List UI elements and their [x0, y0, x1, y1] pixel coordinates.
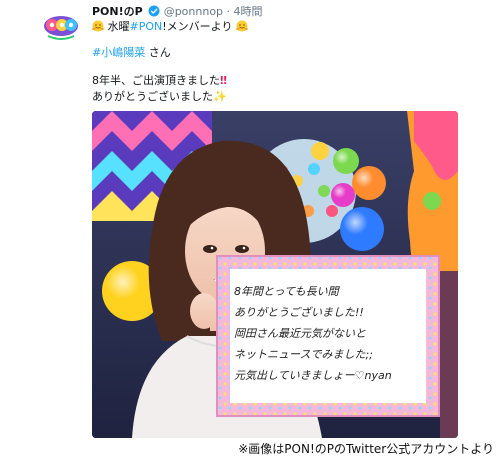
whiteboard-line: 8年間とっても長い間 — [234, 285, 339, 298]
whiteboard-line: 岡田さん最近元気がないと — [234, 327, 366, 340]
tweet-text-line-4: ありがとうございました✨ — [92, 90, 227, 104]
display-name[interactable]: PON!のP — [92, 5, 143, 18]
sparkle-icon: ✨ — [213, 90, 227, 103]
tweet-photo[interactable]: 8年間とっても長い間 ありがとうございました!! 岡田さん最近元気がないと ネッ… — [92, 111, 458, 438]
timestamp[interactable]: 4時間 — [234, 5, 263, 18]
pon-logo-icon — [42, 6, 80, 44]
members-text: !メンバーより — [162, 20, 233, 33]
separator: · — [226, 5, 231, 18]
thanks-appearance-text: 8年半、ご出演頂きました — [92, 74, 220, 87]
double-exclamation-icon: ‼ — [220, 74, 227, 87]
hug-emoji-icon — [92, 20, 104, 36]
hashtag-kojima-haruna[interactable]: #小嶋陽菜 — [92, 46, 145, 59]
san-text: さん — [145, 46, 171, 59]
hug-emoji-icon — [236, 20, 248, 36]
image-source-caption: ※画像はPON!のPのTwitter公式アカウントより — [238, 442, 494, 456]
whiteboard-line: 元気出していきましょー♡nyan — [234, 369, 392, 382]
whiteboard: 8年間とっても長い間 ありがとうございました!! 岡田さん最近元気がないと ネッ… — [234, 281, 424, 386]
whiteboard-line: ありがとうございました!! — [234, 306, 364, 319]
thank-you-text: ありがとうございました — [92, 90, 213, 103]
weekday-text: 水曜 — [107, 20, 130, 33]
photo-illustration — [92, 111, 458, 438]
hashtag-pon[interactable]: #PON — [130, 20, 163, 33]
tweet-header: PON!のP @ponnnop · 4時間 — [92, 5, 263, 21]
avatar[interactable] — [42, 6, 80, 44]
verified-badge-icon — [148, 5, 160, 21]
whiteboard-line: ネットニュースでみました;; — [234, 348, 373, 361]
tweet-text-line-3: 8年半、ご出演頂きました‼ — [92, 74, 227, 88]
tweet: PON!のP @ponnnop · 4時間 水曜#PON!メンバーより #小嶋陽… — [0, 0, 500, 438]
tweet-text-line-2: #小嶋陽菜 さん — [92, 46, 171, 60]
handle[interactable]: @ponnnop — [164, 5, 223, 18]
tweet-text-line-1: 水曜#PON!メンバーより — [92, 20, 248, 36]
